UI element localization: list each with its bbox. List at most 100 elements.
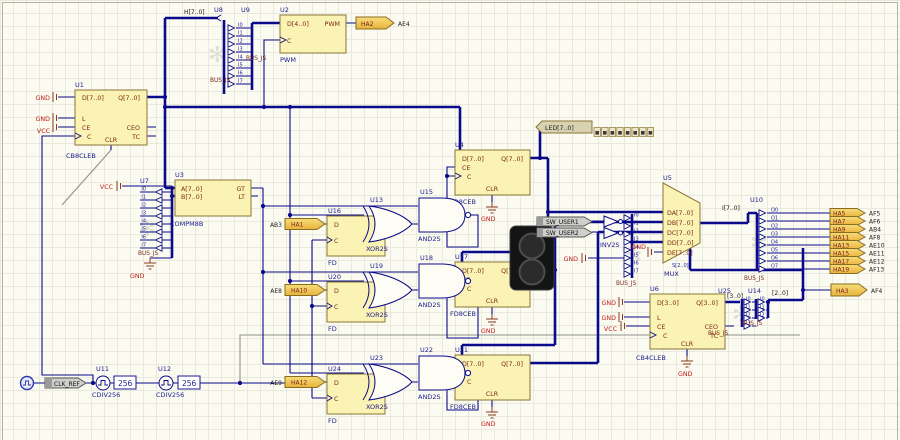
reg-ref: U17	[455, 253, 468, 261]
u3-pin-gt: GT	[236, 186, 245, 193]
tap-label: I0	[760, 297, 765, 303]
row-pin-label: AE9	[270, 380, 282, 387]
u1-pin-ce: CE	[82, 125, 90, 132]
sw-user1-hatch	[537, 217, 543, 226]
tap-label: I6	[634, 261, 639, 267]
bus-tap-column[interactable]: I0I1I2I3I4I5I6I7	[228, 23, 243, 88]
bus-tap-icon[interactable]	[156, 189, 163, 195]
sel-net-label: [2..0]	[772, 290, 788, 297]
bus-tap-icon[interactable]	[156, 213, 163, 219]
bus-js-label: BUS_JS	[708, 331, 729, 337]
u1-pin-ceo: CEO	[127, 125, 140, 132]
fd-pin-c: C	[334, 396, 339, 403]
u1-vcc-label: VCC	[37, 128, 51, 135]
led-square-dot	[649, 131, 653, 135]
u1-pin-tc: TC	[131, 134, 140, 141]
u25-ref: U25	[718, 287, 731, 295]
row-pin-label: AB3	[270, 222, 282, 229]
led-square-dot	[641, 131, 645, 135]
inverter-gate[interactable]	[604, 228, 623, 239]
u2-pin-c: C	[287, 38, 292, 45]
tap-label: I5	[141, 227, 146, 233]
u1-pin-clr: CLR	[105, 137, 118, 144]
led-indicators	[594, 128, 654, 137]
oscillator-icon[interactable]	[21, 377, 34, 390]
tap-label: I2	[634, 229, 639, 235]
sw-user1-label: SW_USER1	[546, 219, 579, 226]
reg-gnd-label: GND	[481, 421, 496, 428]
u2-pin-pwm: PWM	[325, 21, 340, 28]
u6-vcc-label: VCC	[604, 326, 618, 333]
schematic-canvas[interactable]: ✻ ✻ ✻ ✻ ✻ ✻ U1 CB8CLEB D[7..0] Q[7..0] L…	[0, 0, 900, 440]
xor-ref: U23	[370, 354, 383, 362]
reg-ref: U21	[455, 346, 468, 354]
u1-type: CB8CLEB	[66, 152, 96, 160]
u7-gnd-label: GND	[130, 273, 145, 280]
gnd-symbol-icon	[53, 92, 57, 102]
u9-ref: U9	[241, 6, 250, 14]
bus-tap-column[interactable]: I0I1I2	[758, 297, 765, 322]
and-ref: U22	[420, 346, 433, 354]
bus-tap-icon[interactable]	[156, 237, 163, 243]
u14-ref: U14	[748, 287, 761, 295]
tap-label: O7	[771, 264, 778, 270]
bus-tap-icon[interactable]	[228, 25, 235, 31]
tap-label: I5	[238, 63, 243, 69]
led-square-dot	[595, 131, 599, 135]
bus-tap-icon[interactable]	[228, 57, 235, 63]
reg-pin-ce: CE	[462, 165, 470, 172]
tap-label: O0	[771, 208, 778, 214]
bus-tap-icon[interactable]	[228, 33, 235, 39]
u6-pin-d: D[3..0]	[657, 300, 679, 307]
output-pin-label: AF6	[869, 218, 881, 225]
led-square-dot	[603, 131, 607, 135]
tap-label: I7	[238, 79, 243, 85]
inverter-gate[interactable]	[604, 216, 623, 227]
reg-pin-d: D[7..0]	[462, 361, 484, 368]
u1-gnd1-label: GND	[36, 95, 51, 102]
top-bus-net-label: H[7..0]	[184, 9, 205, 16]
bus-tap-icon[interactable]	[759, 258, 766, 264]
u6-gnd1-label: GND	[602, 300, 617, 307]
clk-ref-hatch	[45, 378, 52, 388]
bus-tap-icon[interactable]	[624, 271, 631, 277]
u12-value: 256	[182, 379, 197, 388]
ha2-pin-label: AE4	[398, 21, 410, 28]
bus-tap-icon[interactable]	[228, 41, 235, 47]
bus-tap-icon[interactable]	[156, 197, 163, 203]
u6-ref: U6	[650, 285, 659, 293]
fd-pin-c: C	[334, 238, 339, 245]
bus-tap-icon[interactable]	[156, 205, 163, 211]
bus-js-label: BUS_JS	[742, 321, 763, 327]
u3-pin-b: B[7..0]	[181, 194, 202, 201]
bus-tap-icon[interactable]	[156, 221, 163, 227]
vcc-symbol-icon	[53, 122, 57, 132]
ha2-pad-label: HA2	[361, 21, 374, 28]
u1-pin-d: D[7..0]	[82, 95, 104, 102]
reg-pin-clr: CLR	[486, 298, 499, 305]
reg-pin-c: C	[467, 379, 472, 386]
u3-pin-lt: LT	[239, 194, 246, 201]
output-pin-label: AE12	[869, 258, 885, 265]
u2-type: PWM	[280, 56, 296, 64]
bus-tap-icon[interactable]	[228, 65, 235, 71]
bus-tap-icon[interactable]	[156, 229, 163, 235]
u6-pin-c: C	[663, 333, 668, 340]
reg-pin-clr: CLR	[486, 186, 499, 193]
tap-label: I1	[141, 195, 146, 201]
bus-tap-icon[interactable]	[624, 215, 631, 221]
bus-tap-icon[interactable]	[228, 49, 235, 55]
mux-input-label: DA[7..0]	[667, 210, 693, 217]
sw-user2-label: SW_USER2	[546, 230, 579, 237]
u5-type: MUX	[664, 270, 679, 278]
bus-tap-icon[interactable]	[624, 223, 631, 229]
bus-js-label: BUS_JS	[744, 276, 765, 282]
tap-label: I2	[760, 313, 765, 319]
output-pin-label: AE10	[869, 242, 885, 249]
sw-user2-hatch	[537, 228, 543, 237]
row-pin-label: AE8	[270, 288, 282, 295]
bus-tap-icon[interactable]	[759, 210, 766, 216]
u1-pin-l: L	[82, 116, 86, 123]
bus-tap-icon[interactable]	[759, 218, 766, 224]
u11-ref: U11	[96, 365, 109, 373]
